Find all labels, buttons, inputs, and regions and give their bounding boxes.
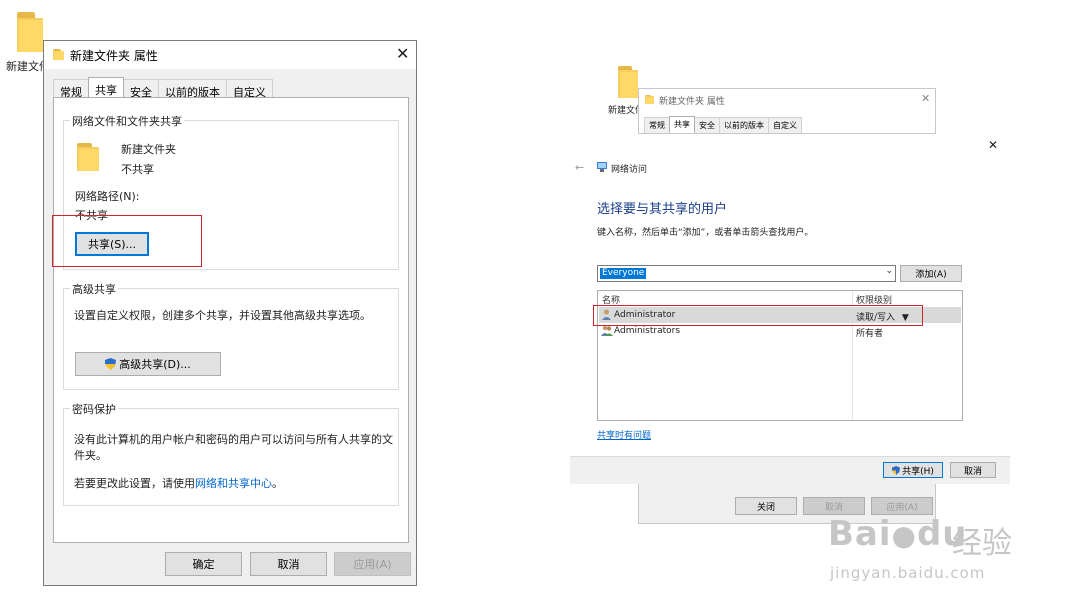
background-properties-dialog: 新建文件夹 属性 ✕ 常规 共享 安全 以前的版本 自定义	[638, 88, 936, 134]
group-title: 网络文件和文件夹共享	[70, 113, 184, 129]
ok-button[interactable]: 确定	[165, 552, 242, 576]
password-protection-group: 密码保护 没有此计算机的用户帐户和密码的用户可以访问与所有人共享的文 件夹。 若…	[63, 401, 399, 506]
folder-share-status: 不共享	[121, 163, 154, 176]
bg-apply-button[interactable]: 应用(A)	[871, 497, 933, 515]
group-icon	[601, 325, 613, 336]
chevron-down-icon[interactable]: ⌄	[885, 266, 893, 276]
group-title: 高级共享	[70, 281, 118, 297]
watermark-cn: 经验	[952, 526, 1012, 561]
breadcrumb: 网络访问	[611, 165, 648, 175]
apply-button[interactable]: 应用(A)	[334, 552, 411, 576]
watermark-brand: Bai	[828, 514, 892, 554]
change-suffix: 。	[272, 477, 283, 490]
bg-close-icon[interactable]: ✕	[921, 93, 930, 104]
uac-shield-icon	[892, 465, 901, 475]
close-icon[interactable]: ✕	[396, 46, 409, 62]
bg-tab-customize[interactable]: 自定义	[768, 117, 802, 133]
shared-folder-icon	[77, 143, 99, 171]
share-close-icon[interactable]: ✕	[988, 139, 998, 151]
back-arrow-icon[interactable]: ←	[575, 161, 584, 174]
password-change-line: 若要更改此设置，请使用网络和共享中心。	[74, 475, 283, 491]
user-combo-value: Everyone	[600, 268, 647, 279]
cancel-button[interactable]: 取消	[250, 552, 327, 576]
network-icon	[597, 162, 607, 172]
bg-title-folder-icon	[645, 95, 654, 104]
bg-dialog-title: 新建文件夹 属性	[659, 97, 725, 107]
advanced-sharing-group: 高级共享 设置自定义权限，创建多个共享，并设置其他高级共享选项。 高级共享(D)…	[63, 281, 399, 390]
properties-dialog: 新建文件夹 属性 ✕ 常规 共享 安全 以前的版本 自定义 网络文件和文件夹共享…	[43, 40, 417, 586]
bg-tab-security[interactable]: 安全	[694, 117, 720, 133]
highlight-share-button	[52, 215, 202, 267]
share-cancel-button[interactable]: 取消	[950, 462, 996, 478]
row-name: Administrators	[614, 326, 681, 336]
folder-name: 新建文件夹	[121, 143, 176, 156]
bg-tab-strip: 常规 共享 安全 以前的版本 自定义	[644, 116, 802, 133]
add-button[interactable]: 添加(A)	[900, 265, 962, 282]
paw-icon: ●	[891, 519, 917, 552]
dialog-title: 新建文件夹 属性	[70, 49, 158, 63]
group-title: 密码保护	[70, 401, 118, 417]
bg-tab-previous-versions[interactable]: 以前的版本	[719, 117, 769, 133]
share-confirm-button[interactable]: 共享(H)	[883, 462, 943, 478]
share-instruction: 键入名称，然后单击“添加”，或者单击箭头查找用户。	[597, 228, 814, 238]
share-footer: 共享(H) 取消	[570, 456, 1010, 484]
share-confirm-label: 共享(H)	[902, 466, 934, 477]
bg-cancel-button[interactable]: 取消	[803, 497, 865, 515]
advanced-sharing-button[interactable]: 高级共享(D)...	[75, 352, 221, 376]
uac-shield-icon	[105, 358, 117, 370]
change-prefix: 若要更改此设置，请使用	[74, 477, 195, 490]
share-heading: 选择要与其共享的用户	[597, 202, 728, 217]
bg-tab-general[interactable]: 常规	[644, 117, 670, 133]
title-folder-icon	[53, 49, 64, 60]
sharing-help-link[interactable]: 共享时有问题	[597, 428, 651, 441]
highlight-administrator-row	[593, 305, 923, 326]
advanced-sharing-label: 高级共享(D)...	[119, 358, 191, 371]
advanced-description: 设置自定义权限，创建多个共享，并设置其他高级共享选项。	[74, 309, 371, 322]
password-description-2: 件夹。	[74, 449, 107, 462]
bg-tab-sharing[interactable]: 共享	[669, 116, 695, 132]
network-path-label: 网络路径(N):	[75, 190, 140, 203]
title-bar[interactable]: 新建文件夹 属性 ✕	[44, 41, 416, 69]
password-description-1: 没有此计算机的用户帐户和密码的用户可以访问与所有人共享的文	[74, 433, 393, 446]
bg-folder-icon	[618, 66, 638, 98]
network-sharing-center-link[interactable]: 网络和共享中心	[195, 477, 272, 490]
bg-close-button[interactable]: 关闭	[735, 497, 797, 515]
watermark-url: jingyan.baidu.com	[830, 564, 986, 582]
user-combo[interactable]: Everyone ⌄	[597, 265, 896, 282]
desktop-folder-icon[interactable]	[17, 12, 43, 52]
sharing-panel: 网络文件和文件夹共享 新建文件夹 不共享 网络路径(N): 不共享 共享(S).…	[53, 97, 409, 543]
baidu-watermark: Bai●du 经验 jingyan.baidu.com	[828, 514, 1024, 598]
row-permission: 所有者	[856, 329, 884, 339]
